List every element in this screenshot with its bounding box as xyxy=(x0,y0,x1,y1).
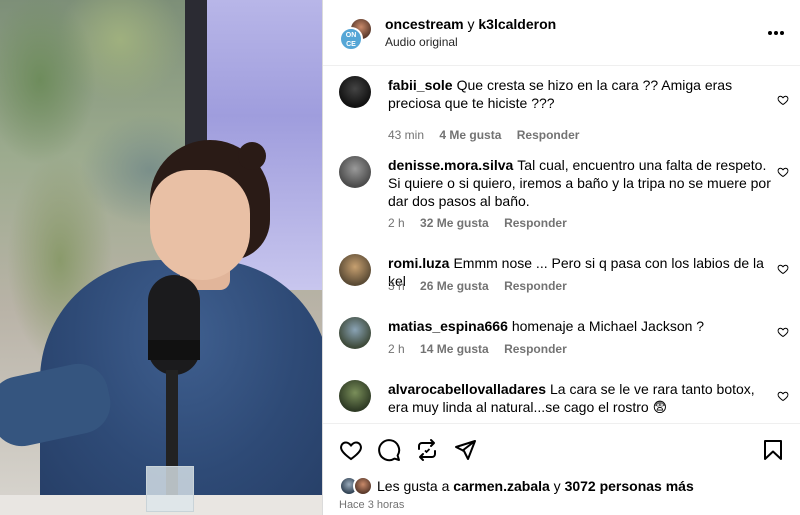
audio-link[interactable]: Audio original xyxy=(385,35,458,49)
likes-text: Les gusta a carmen.zabala y 3072 persona… xyxy=(377,478,694,494)
send-icon[interactable] xyxy=(453,438,477,462)
author-avatars[interactable]: ON CE xyxy=(339,17,373,51)
coauthor-link[interactable]: k3lcalderon xyxy=(478,16,556,32)
comment-likes[interactable]: 14 Me gusta xyxy=(420,342,489,356)
reply-button[interactable]: Responder xyxy=(504,216,567,230)
comment-text: matias_espina666 homenaje a Michael Jacks… xyxy=(388,317,773,335)
microphone-band xyxy=(148,340,200,360)
brand-avatar[interactable]: ON CE xyxy=(339,27,363,51)
heart-icon[interactable] xyxy=(777,94,789,106)
comment-time: 2 h xyxy=(388,216,405,230)
comments-list[interactable]: fabii_sole Que cresta se hizo en la cara … xyxy=(323,67,800,423)
avatar[interactable] xyxy=(339,380,371,412)
glass-cup xyxy=(146,466,194,512)
comment-time: 3 h xyxy=(388,279,405,293)
brand-badge-text: ON CE xyxy=(345,32,357,48)
avatar xyxy=(353,476,373,496)
reply-button[interactable]: Responder xyxy=(517,128,580,142)
comment-likes[interactable]: 32 Me gusta xyxy=(420,216,489,230)
comment-content: homenaje a Michael Jackson ? xyxy=(511,318,705,334)
avatar[interactable] xyxy=(339,156,371,188)
comment-username[interactable]: matias_espina666 xyxy=(388,318,508,334)
avatar[interactable] xyxy=(339,76,371,108)
avatar[interactable] xyxy=(339,254,371,286)
comment-meta: 2 h 32 Me gusta Responder xyxy=(388,216,579,230)
comment-username[interactable]: romi.luza xyxy=(388,255,449,271)
reply-button[interactable]: Responder xyxy=(504,342,567,356)
comment-username[interactable]: denisse.mora.silva xyxy=(388,157,513,173)
bookmark-icon[interactable] xyxy=(761,438,785,462)
likes-user-link[interactable]: carmen.zabala xyxy=(453,478,550,494)
author-connector: y xyxy=(467,16,475,32)
heart-icon[interactable] xyxy=(777,263,789,275)
post-authors: oncestream y k3lcalderon xyxy=(385,16,556,32)
heart-icon[interactable] xyxy=(777,326,789,338)
heart-icon[interactable] xyxy=(777,390,789,402)
post-timestamp: Hace 3 horas xyxy=(339,499,405,511)
more-horizontal-icon xyxy=(768,31,784,35)
avatar[interactable] xyxy=(339,317,371,349)
more-options-button[interactable] xyxy=(767,20,785,41)
comment-time: 43 min xyxy=(388,128,425,142)
person-face xyxy=(150,170,250,280)
comment-likes[interactable]: 26 Me gusta xyxy=(420,279,489,293)
comment-meta: 43 min 4 Me gusta Responder xyxy=(388,128,591,142)
comment-icon[interactable] xyxy=(377,438,401,462)
comment-meta: 2 h 14 Me gusta Responder xyxy=(388,342,579,356)
post-panel: ON CE oncestream y k3lcalderon Audio ori… xyxy=(322,0,800,515)
reply-button[interactable]: Responder xyxy=(504,279,567,293)
heart-icon[interactable] xyxy=(777,166,789,178)
comment-username[interactable]: alvarocabellovalladares xyxy=(388,381,546,397)
likes-connector: y xyxy=(553,478,561,494)
post-header: ON CE oncestream y k3lcalderon Audio ori… xyxy=(323,0,800,66)
microphone xyxy=(148,275,200,375)
repost-icon[interactable] xyxy=(415,438,439,462)
post-actions-bar xyxy=(323,423,800,473)
comment-time: 2 h xyxy=(388,342,405,356)
hair-bun xyxy=(238,142,266,170)
post-video[interactable] xyxy=(0,0,322,515)
likes-others-link[interactable]: 3072 personas más xyxy=(565,478,694,494)
likes-prefix: Les gusta a xyxy=(377,478,450,494)
comment-username[interactable]: fabii_sole xyxy=(388,77,453,93)
comment-text: fabii_sole Que cresta se hizo en la cara … xyxy=(388,76,773,112)
comment-likes[interactable]: 4 Me gusta xyxy=(439,128,501,142)
comment-text: alvarocabellovalladares La cara se le ve … xyxy=(388,380,773,416)
author-link[interactable]: oncestream xyxy=(385,16,464,32)
comment-meta: 3 h 26 Me gusta Responder xyxy=(388,279,579,293)
comment-text: denisse.mora.silva Tal cual, encuentro un… xyxy=(388,156,773,210)
heart-icon[interactable] xyxy=(339,438,363,462)
